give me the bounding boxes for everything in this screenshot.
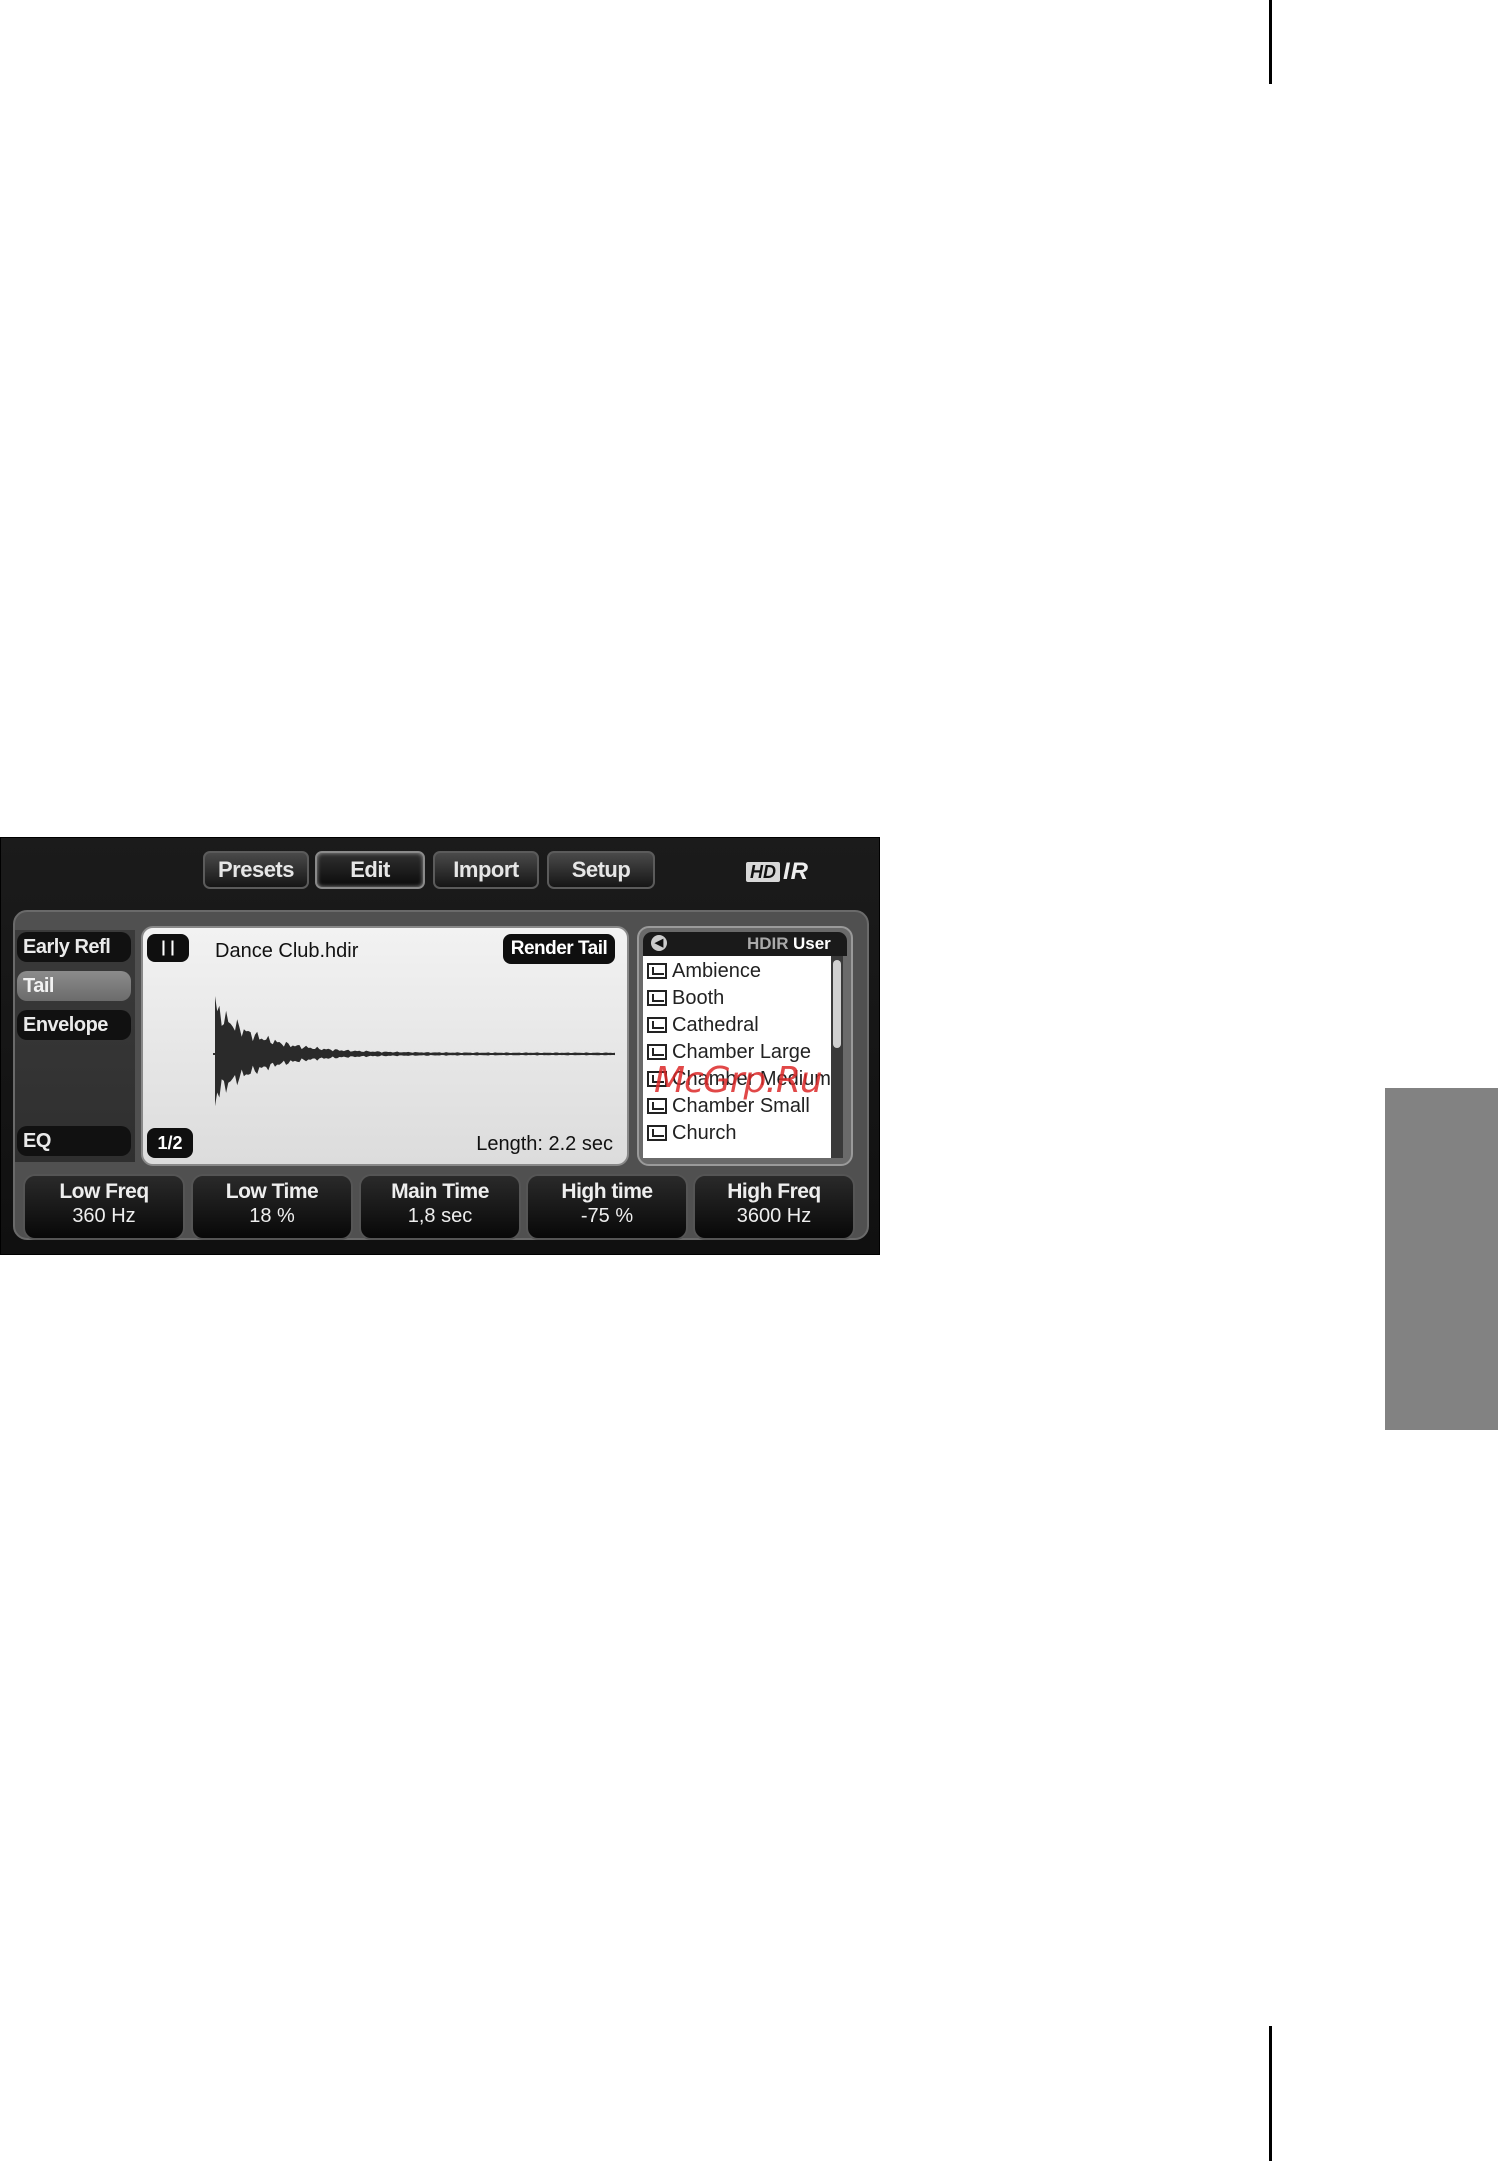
- knob-label: High time: [561, 1180, 653, 1203]
- back-arrow-icon[interactable]: ◀: [651, 935, 667, 951]
- knob-value: 18 %: [249, 1205, 295, 1227]
- knob-main-time[interactable]: Main Time 1,8 sec: [359, 1174, 521, 1240]
- knob-value: -75 %: [580, 1205, 634, 1227]
- pause-button[interactable]: | |: [147, 934, 189, 962]
- sidebar-item-eq[interactable]: EQ: [17, 1126, 131, 1156]
- hdir-plugin-window: Presets Edit Import Setup HD IR Early Re…: [0, 837, 880, 1255]
- tail-parameter-row: Low Freq 360 Hz Low Time 18 % Main Time …: [23, 1174, 859, 1240]
- tab-import[interactable]: Import: [433, 851, 539, 889]
- knob-low-freq[interactable]: Low Freq 360 Hz: [23, 1174, 185, 1240]
- list-item-label: Cathedral: [672, 1013, 759, 1036]
- tab-setup[interactable]: Setup: [547, 851, 655, 889]
- knob-value: 360 Hz: [72, 1205, 136, 1227]
- list-item-label: Church: [672, 1121, 737, 1144]
- folder-icon: [647, 963, 667, 979]
- preset-browser: ◀ HDIR User Ambience Booth Cathedral Cha…: [637, 926, 853, 1166]
- page-margin-rule-bottom: [1269, 2026, 1272, 2161]
- top-toolbar: Presets Edit Import Setup HD IR: [1, 838, 881, 910]
- browser-scroll-thumb[interactable]: [833, 960, 841, 1048]
- knob-value: 1,8 sec: [407, 1205, 473, 1227]
- knob-label: Low Time: [225, 1180, 319, 1203]
- tab-edit[interactable]: Edit: [315, 851, 425, 889]
- folder-icon: [647, 1017, 667, 1033]
- folder-icon: [647, 1044, 667, 1060]
- list-item[interactable]: Cathedral: [647, 1012, 759, 1038]
- knob-high-time[interactable]: High time -75 %: [526, 1174, 688, 1240]
- browser-header-hdir[interactable]: HDIR: [747, 934, 789, 954]
- browser-scrollbar[interactable]: [831, 956, 843, 1158]
- logo-ir: IR: [783, 858, 809, 885]
- sidebar-item-tail[interactable]: Tail: [17, 971, 131, 1001]
- render-tail-button[interactable]: Render Tail: [503, 934, 615, 964]
- browser-list: Ambience Booth Cathedral Chamber Large C…: [643, 956, 831, 1158]
- page-indicator[interactable]: 1/2: [147, 1128, 193, 1158]
- list-item-label: Booth: [672, 986, 725, 1009]
- list-item[interactable]: Booth: [647, 985, 724, 1011]
- list-item-label: Ambience: [672, 959, 761, 982]
- knob-label: Low Freq: [59, 1180, 149, 1203]
- folder-icon: [647, 1125, 667, 1141]
- ir-length: Length: 2.2 sec: [476, 1133, 613, 1155]
- chapter-side-tab: [1385, 1088, 1498, 1430]
- browser-header-user[interactable]: User: [793, 934, 831, 954]
- waveform-display: | | Dance Club.hdir Render Tail 1/2 Leng…: [141, 926, 629, 1166]
- list-item[interactable]: Ambience: [647, 958, 761, 984]
- logo-hd: HD: [746, 862, 780, 882]
- knob-high-freq[interactable]: High Freq 3600 Hz: [693, 1174, 855, 1240]
- sidebar-item-early-refl[interactable]: Early Refl: [17, 932, 131, 962]
- sidebar-item-envelope[interactable]: Envelope: [17, 1010, 131, 1040]
- list-item[interactable]: Church: [647, 1120, 736, 1146]
- ir-file-name: Dance Club.hdir: [215, 940, 359, 962]
- watermark-text: McGrp.Ru: [654, 1060, 823, 1101]
- knob-label: Main Time: [391, 1180, 489, 1203]
- page-margin-rule-top: [1269, 0, 1272, 84]
- knob-label: High Freq: [727, 1180, 821, 1203]
- hdir-logo: HD IR: [746, 858, 809, 886]
- knob-low-time[interactable]: Low Time 18 %: [191, 1174, 353, 1240]
- knob-value: 3600 Hz: [736, 1205, 812, 1227]
- impulse-response-waveform: [213, 996, 615, 1107]
- tab-presets[interactable]: Presets: [203, 851, 309, 889]
- folder-icon: [647, 990, 667, 1006]
- browser-header: ◀ HDIR User: [643, 932, 847, 956]
